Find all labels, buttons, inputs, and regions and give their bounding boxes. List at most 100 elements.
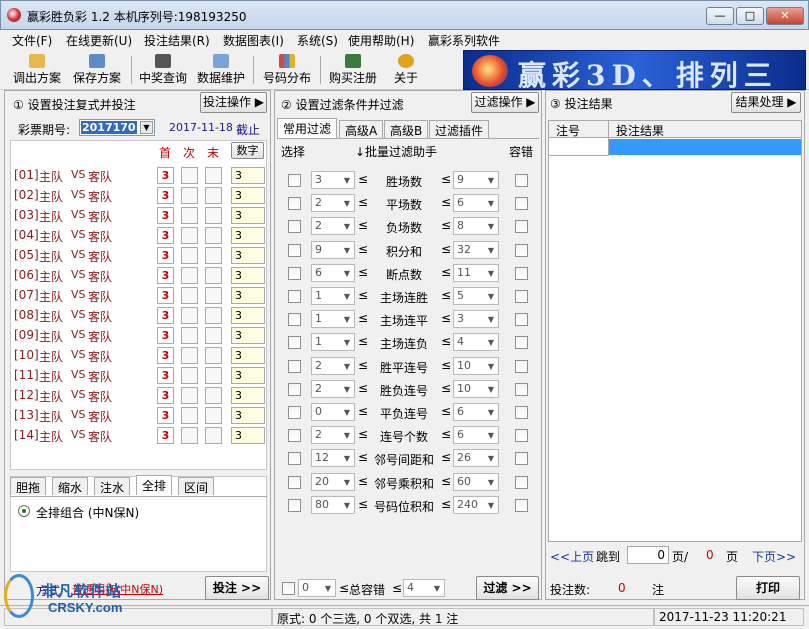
bet-actions-button[interactable]: 投注操作 ▶	[200, 92, 267, 113]
filter-checkbox[interactable]	[288, 498, 301, 512]
tab-common-filter[interactable]: 常用过滤	[277, 118, 338, 138]
total-tolerance-max[interactable]: 4 ▼	[403, 579, 445, 597]
last-choice-box[interactable]	[205, 427, 222, 444]
tolerance-checkbox[interactable]	[515, 174, 528, 187]
filter-max-select[interactable]: 10 ▼	[453, 379, 499, 398]
second-choice-box[interactable]	[181, 247, 198, 264]
second-choice-box[interactable]	[181, 347, 198, 364]
filter-checkbox[interactable]	[288, 197, 301, 211]
menu-series[interactable]: 赢彩系列软件	[428, 32, 500, 49]
last-choice-box[interactable]	[205, 387, 222, 404]
filter-checkbox[interactable]	[288, 313, 301, 327]
first-choice-box[interactable]: 3	[157, 227, 174, 244]
open-scheme-button[interactable]: 调出方案	[8, 52, 66, 88]
selected-row[interactable]	[609, 139, 801, 155]
tab-advanced-b[interactable]: 高级B	[384, 120, 429, 138]
digit-button[interactable]: 数字	[231, 142, 264, 159]
purchase-register-button[interactable]: 购买注册	[326, 52, 380, 88]
tolerance-checkbox[interactable]	[515, 336, 528, 350]
first-choice-box[interactable]: 3	[157, 267, 174, 284]
filter-checkbox[interactable]	[288, 243, 301, 257]
first-choice-box[interactable]: 3	[157, 287, 174, 304]
filter-checkbox[interactable]	[288, 475, 301, 489]
tab-filter-plugins[interactable]: 过滤插件	[429, 120, 490, 138]
filter-button[interactable]: 过滤 >>	[476, 576, 539, 600]
second-choice-box[interactable]	[181, 267, 198, 284]
period-select[interactable]: 2017170 ▼	[79, 119, 155, 136]
print-button[interactable]: 打印	[736, 576, 800, 600]
filter-actions-button[interactable]: 过滤操作 ▶	[471, 92, 539, 113]
menu-update[interactable]: 在线更新(U)	[66, 32, 132, 49]
filter-max-select[interactable]: 6 ▼	[453, 403, 499, 421]
save-scheme-button[interactable]: 保存方案	[68, 52, 126, 88]
last-choice-box[interactable]	[205, 227, 222, 244]
filter-max-select[interactable]: 11 ▼	[453, 263, 499, 282]
digit-input[interactable]: 3	[231, 427, 265, 444]
filter-min-select[interactable]: 20 ▼	[311, 472, 355, 491]
maximize-button[interactable]: □	[736, 7, 764, 25]
tab-advanced-a[interactable]: 高级A	[339, 120, 384, 138]
filter-max-select[interactable]: 8 ▼	[453, 217, 499, 236]
last-choice-box[interactable]	[205, 167, 222, 184]
filter-min-select[interactable]: 3 ▼	[311, 171, 355, 189]
last-choice-box[interactable]	[205, 187, 222, 204]
last-choice-box[interactable]	[205, 407, 222, 424]
first-choice-box[interactable]: 3	[157, 187, 174, 204]
filter-max-select[interactable]: 60 ▼	[453, 472, 499, 491]
first-choice-box[interactable]: 3	[157, 307, 174, 324]
filter-min-select[interactable]: 9 ▼	[311, 240, 355, 259]
tolerance-checkbox[interactable]	[515, 313, 528, 327]
last-choice-box[interactable]	[205, 307, 222, 324]
filter-max-select[interactable]: 6 ▼	[453, 194, 499, 213]
filter-min-select[interactable]: 2 ▼	[311, 217, 355, 236]
tolerance-checkbox[interactable]	[515, 290, 528, 303]
first-choice-box[interactable]: 3	[157, 407, 174, 424]
close-button[interactable]: ✕	[766, 7, 804, 25]
filter-max-select[interactable]: 26 ▼	[453, 449, 499, 468]
digit-input[interactable]: 3	[231, 227, 265, 244]
tolerance-checkbox[interactable]	[515, 220, 528, 234]
data-maintenance-button[interactable]: 数据维护	[194, 52, 248, 88]
first-choice-box[interactable]: 3	[157, 207, 174, 224]
minimize-button[interactable]: —	[706, 7, 734, 25]
second-choice-box[interactable]	[181, 167, 198, 184]
second-choice-box[interactable]	[181, 327, 198, 344]
filter-max-select[interactable]: 4 ▼	[453, 333, 499, 352]
digit-input[interactable]: 3	[231, 327, 265, 344]
filter-max-select[interactable]: 3 ▼	[453, 310, 499, 329]
digit-input[interactable]: 3	[231, 267, 265, 284]
filter-checkbox[interactable]	[288, 382, 301, 396]
tolerance-checkbox[interactable]	[515, 359, 528, 373]
digit-input[interactable]: 3	[231, 167, 265, 184]
filter-max-select[interactable]: 6 ▼	[453, 426, 499, 445]
tolerance-checkbox[interactable]	[515, 406, 528, 419]
second-choice-box[interactable]	[181, 387, 198, 404]
last-choice-box[interactable]	[205, 207, 222, 224]
menu-help[interactable]: 使用帮助(H)	[348, 32, 414, 49]
filter-max-select[interactable]: 32 ▼	[453, 240, 499, 259]
filter-max-select[interactable]: 10 ▼	[453, 356, 499, 375]
last-choice-box[interactable]	[205, 287, 222, 304]
prev-page-link[interactable]: <<上页	[550, 548, 594, 565]
digit-input[interactable]: 3	[231, 407, 265, 424]
filter-checkbox[interactable]	[288, 336, 301, 350]
filter-min-select[interactable]: 1 ▼	[311, 333, 355, 352]
bet-button[interactable]: 投注 >>	[205, 576, 269, 600]
tab-quanpai[interactable]: 全排	[136, 475, 173, 495]
filter-min-select[interactable]: 0 ▼	[311, 403, 355, 421]
digit-input[interactable]: 3	[231, 287, 265, 304]
filter-checkbox[interactable]	[288, 174, 301, 187]
tolerance-checkbox[interactable]	[515, 475, 528, 489]
digit-input[interactable]: 3	[231, 247, 265, 264]
next-page-link[interactable]: 下页>>	[752, 548, 796, 565]
tolerance-checkbox[interactable]	[515, 243, 528, 257]
first-choice-box[interactable]: 3	[157, 387, 174, 404]
first-choice-box[interactable]: 3	[157, 327, 174, 344]
filter-min-select[interactable]: 2 ▼	[311, 379, 355, 398]
last-choice-box[interactable]	[205, 347, 222, 364]
total-tolerance-min[interactable]: 0 ▼	[298, 579, 336, 597]
menu-results[interactable]: 投注结果(R)	[144, 32, 210, 49]
filter-min-select[interactable]: 2 ▼	[311, 426, 355, 445]
second-choice-box[interactable]	[181, 187, 198, 204]
digit-input[interactable]: 3	[231, 187, 265, 204]
